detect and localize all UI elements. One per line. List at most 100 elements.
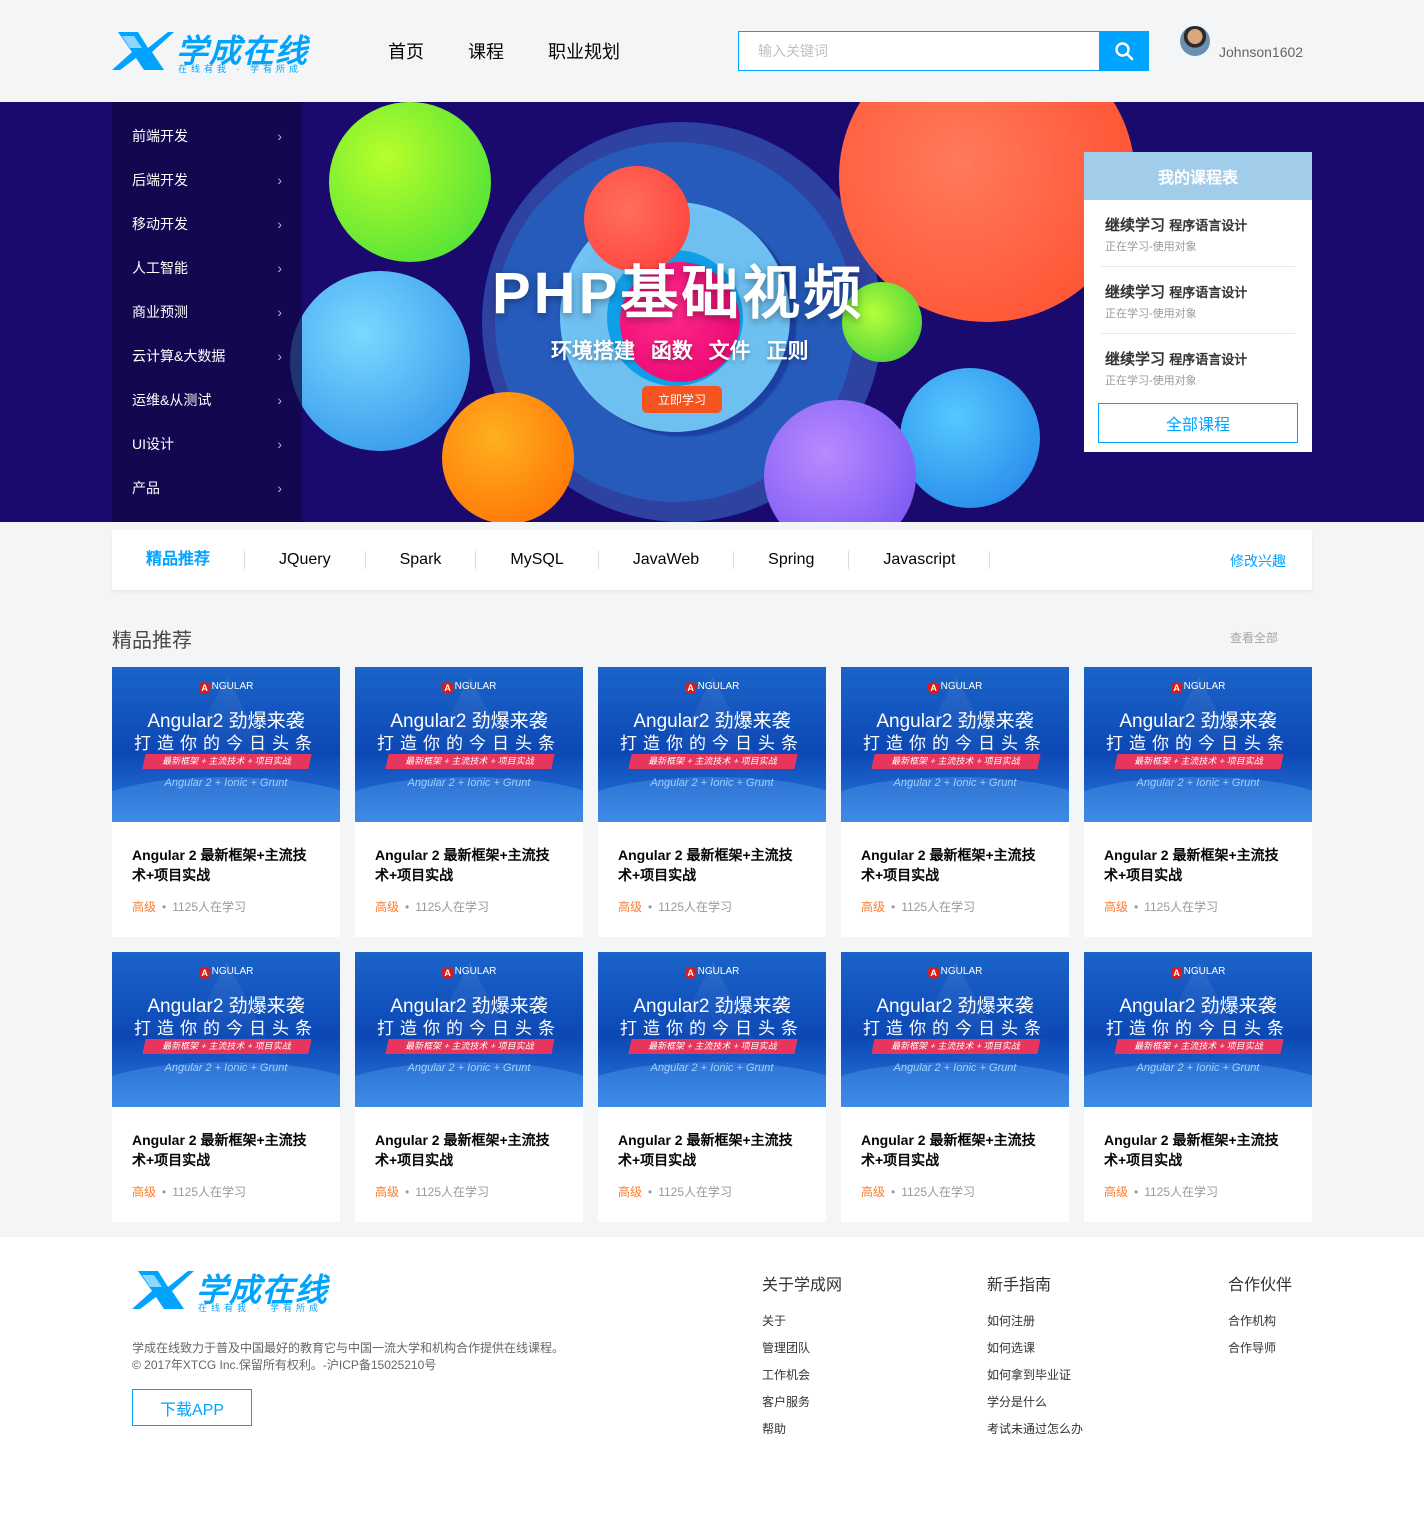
course-card[interactable]: A NGULAR Angular2 劲爆来袭 打造你的今日头条 最新框架 + 主流…: [112, 952, 340, 1222]
thumb-subheadline: 打造你的今日头条: [134, 1019, 318, 1038]
thumb-stack: Angular 2 + Ionic + Grunt: [893, 777, 1017, 789]
thumb-stack: Angular 2 + Ionic + Grunt: [650, 1062, 774, 1074]
thumb-subheadline: 打造你的今日头条: [1106, 734, 1290, 753]
continue-label: 继续学习: [1105, 217, 1166, 234]
sidebar-item-backend[interactable]: 后端开发 ›: [112, 158, 302, 202]
sidebar-item-product[interactable]: 产品 ›: [112, 466, 302, 510]
course-students: 1125人在学习: [1144, 1185, 1219, 1199]
course-card[interactable]: A NGULAR Angular2 劲爆来袭 打造你的今日头条 最新框架 + 主流…: [1084, 952, 1312, 1222]
course-level: 高级: [375, 900, 400, 914]
site-logo[interactable]: 学成在线 在线有我 · 学有所成: [112, 28, 312, 74]
search-button[interactable]: [1099, 31, 1149, 71]
view-all-link[interactable]: 查看全部: [1230, 629, 1278, 646]
thumb-stack: Angular 2 + Ionic + Grunt: [650, 777, 774, 789]
tab-spark[interactable]: Spark: [366, 551, 477, 569]
user-menu[interactable]: Johnson1602: [1180, 26, 1303, 60]
footer-link[interactable]: 合作机构: [1228, 1312, 1292, 1339]
start-learning-button[interactable]: 立即学习: [642, 386, 722, 413]
download-app-button[interactable]: 下载APP: [132, 1389, 252, 1426]
sidebar-item-ai[interactable]: 人工智能 ›: [112, 246, 302, 290]
my-course-item[interactable]: 继续学习 程序语言设计 正在学习-使用对象: [1101, 200, 1295, 267]
course-thumbnail: A NGULAR Angular2 劲爆来袭 打造你的今日头条 最新框架 + 主流…: [1084, 952, 1312, 1107]
tab-spring[interactable]: Spring: [734, 551, 850, 569]
thumb-brand: NGULAR: [454, 681, 497, 692]
nav-courses[interactable]: 课程: [468, 38, 504, 64]
footer-link[interactable]: 客户服务: [762, 1393, 842, 1420]
username[interactable]: Johnson1602: [1219, 44, 1303, 60]
sidebar-item-label: 前端开发: [132, 128, 188, 144]
course-thumbnail: A NGULAR Angular2 劲爆来袭 打造你的今日头条 最新框架 + 主流…: [1084, 667, 1312, 822]
sidebar-item-ops[interactable]: 运维&从测试 ›: [112, 378, 302, 422]
course-thumbnail: A NGULAR Angular2 劲爆来袭 打造你的今日头条 最新框架 + 主流…: [598, 667, 826, 822]
course-status: 正在学习-使用对象: [1105, 375, 1197, 387]
course-thumbnail: A NGULAR Angular2 劲爆来袭 打造你的今日头条 最新框架 + 主流…: [355, 667, 583, 822]
nav-home[interactable]: 首页: [388, 38, 424, 64]
search-input[interactable]: [739, 32, 1099, 70]
course-card[interactable]: A NGULAR Angular2 劲爆来袭 打造你的今日头条 最新框架 + 主流…: [112, 667, 340, 937]
interest-tab-bar: 精品推荐 JQuery Spark MySQL JavaWeb Spring J…: [112, 530, 1312, 590]
course-title: Angular 2 最新框架+主流技术+项目实战: [618, 847, 793, 883]
thumb-subheadline: 打造你的今日头条: [134, 734, 318, 753]
thumb-stack: Angular 2 + Ionic + Grunt: [1136, 777, 1260, 789]
continue-label: 继续学习: [1105, 351, 1166, 368]
course-thumbnail: A NGULAR Angular2 劲爆来袭 打造你的今日头条 最新框架 + 主流…: [841, 952, 1069, 1107]
sidebar-item-label: 产品: [132, 480, 160, 496]
avatar[interactable]: [1180, 26, 1210, 56]
nav-career[interactable]: 职业规划: [548, 38, 620, 64]
tab-javaweb[interactable]: JavaWeb: [599, 551, 735, 569]
footer-link[interactable]: 考试未通过怎么办: [987, 1420, 1083, 1447]
logo-x-icon: [132, 1271, 194, 1309]
course-meta: 高级 • 1125人在学习: [132, 900, 247, 914]
tab-mysql[interactable]: MySQL: [476, 551, 599, 569]
course-card[interactable]: A NGULAR Angular2 劲爆来袭 打造你的今日头条 最新框架 + 主流…: [598, 952, 826, 1222]
edit-interests-link[interactable]: 修改兴趣: [1230, 551, 1286, 571]
tab-jquery[interactable]: JQuery: [245, 551, 366, 569]
footer-link[interactable]: 管理团队: [762, 1339, 842, 1366]
thumb-subheadline: 打造你的今日头条: [620, 734, 804, 753]
sidebar-item-ui[interactable]: UI设计 ›: [112, 422, 302, 466]
sidebar-item-label: 人工智能: [132, 260, 188, 276]
sidebar-item-label: 云计算&大数据: [132, 348, 226, 364]
course-card[interactable]: A NGULAR Angular2 劲爆来袭 打造你的今日头条 最新框架 + 主流…: [1084, 667, 1312, 937]
footer-link[interactable]: 如何选课: [987, 1339, 1083, 1366]
angular-icon: A: [441, 682, 454, 694]
sidebar-item-label: 移动开发: [132, 216, 188, 232]
sidebar-item-business[interactable]: 商业预测 ›: [112, 290, 302, 334]
course-students: 1125人在学习: [658, 900, 733, 914]
my-course-item[interactable]: 继续学习 程序语言设计 正在学习-使用对象: [1101, 267, 1295, 334]
course-card[interactable]: A NGULAR Angular2 劲爆来袭 打造你的今日头条 最新框架 + 主流…: [841, 667, 1069, 937]
logo-x-icon: [112, 32, 174, 70]
course-meta: 高级 • 1125人在学习: [618, 1185, 733, 1199]
course-card[interactable]: A NGULAR Angular2 劲爆来袭 打造你的今日头条 最新框架 + 主流…: [598, 667, 826, 937]
thumb-subheadline: 打造你的今日头条: [377, 1019, 561, 1038]
all-courses-button[interactable]: 全部课程: [1098, 403, 1298, 443]
course-grid: A NGULAR Angular2 劲爆来袭 打造你的今日头条 最新框架 + 主流…: [112, 667, 1312, 1222]
course-card[interactable]: A NGULAR Angular2 劲爆来袭 打造你的今日头条 最新框架 + 主流…: [355, 667, 583, 937]
tab-featured[interactable]: 精品推荐: [112, 551, 246, 569]
thumb-strip: 最新框架 + 主流技术 + 项目实战: [628, 754, 798, 769]
footer-logo[interactable]: 学成在线 在线有我 · 学有所成: [132, 1267, 332, 1313]
footer-link[interactable]: 关于: [762, 1312, 842, 1339]
footer-link[interactable]: 合作导师: [1228, 1339, 1292, 1366]
sidebar-item-mobile[interactable]: 移动开发 ›: [112, 202, 302, 246]
footer-link[interactable]: 帮助: [762, 1420, 842, 1447]
footer-link[interactable]: 如何注册: [987, 1312, 1083, 1339]
sidebar-item-frontend[interactable]: 前端开发 ›: [112, 114, 302, 158]
thumb-strip: 最新框架 + 主流技术 + 项目实战: [871, 1039, 1041, 1054]
course-card[interactable]: A NGULAR Angular2 劲爆来袭 打造你的今日头条 最新框架 + 主流…: [355, 952, 583, 1222]
course-level: 高级: [132, 900, 157, 914]
course-level: 高级: [618, 1185, 643, 1199]
footer-link[interactable]: 如何拿到毕业证: [987, 1366, 1083, 1393]
course-students: 1125人在学习: [172, 900, 247, 914]
thumb-brand: NGULAR: [454, 966, 497, 977]
tab-javascript[interactable]: Javascript: [849, 551, 991, 569]
footer-link[interactable]: 工作机会: [762, 1366, 842, 1393]
thumb-brand: NGULAR: [697, 966, 740, 977]
footer-link[interactable]: 学分是什么: [987, 1393, 1083, 1420]
chevron-right-icon: ›: [277, 392, 282, 408]
course-card[interactable]: A NGULAR Angular2 劲爆来袭 打造你的今日头条 最新框架 + 主流…: [841, 952, 1069, 1222]
my-course-item[interactable]: 继续学习 程序语言设计 正在学习-使用对象: [1101, 334, 1295, 400]
sidebar-item-cloud[interactable]: 云计算&大数据 ›: [112, 334, 302, 378]
course-thumbnail: A NGULAR Angular2 劲爆来袭 打造你的今日头条 最新框架 + 主流…: [112, 952, 340, 1107]
angular-icon: A: [1170, 967, 1183, 979]
